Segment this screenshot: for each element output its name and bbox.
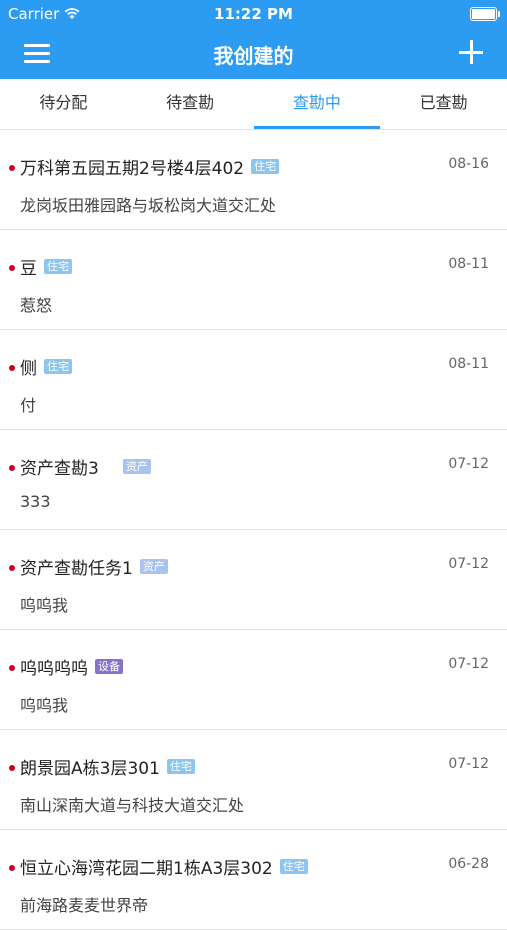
- type-badge: 设备: [95, 659, 123, 674]
- item-title: 恒立心海湾花园二期1栋A3层302: [20, 859, 273, 879]
- unread-dot: [9, 365, 15, 371]
- type-badge: 住宅: [166, 759, 195, 774]
- item-subtitle: 呜呜我: [20, 696, 69, 715]
- item-date: 07-12: [448, 556, 489, 572]
- status-bar: Carrier 11:22 PM: [0, 0, 507, 28]
- item-subtitle: 呜呜我: [20, 596, 69, 615]
- unread-dot: [9, 465, 15, 471]
- tab-pending-assign[interactable]: 待分配: [0, 79, 127, 129]
- item-title: 豆: [20, 259, 37, 279]
- item-date: 08-11: [448, 356, 489, 372]
- unread-dot: [9, 265, 15, 271]
- unread-dot: [9, 765, 15, 771]
- type-badge: 资产: [122, 459, 151, 474]
- item-title-row: 朗景园A栋3层301 住宅: [20, 754, 195, 779]
- item-title: 万科第五园五期2号楼4层402: [20, 159, 245, 179]
- item-date: 06-28: [448, 856, 489, 872]
- list-item[interactable]: 朗景园A栋3层301 住宅 07-12 南山深南大道与科技大道交汇处: [0, 730, 507, 830]
- task-list: 万科第五园五期2号楼4层402 住宅 08-16 龙岗坂田雅园路与坂松岗大道交汇…: [0, 130, 507, 930]
- item-subtitle: 付: [20, 396, 37, 415]
- list-item[interactable]: 呜呜呜呜 设备 07-12 呜呜我: [0, 630, 507, 730]
- type-badge: 住宅: [279, 859, 308, 874]
- item-title: 朗景园A栋3层301: [20, 759, 160, 779]
- item-title-row: 呜呜呜呜 设备: [20, 654, 123, 679]
- page-title: 我创建的: [213, 44, 294, 68]
- list-item[interactable]: 豆 住宅 08-11 惹怒: [0, 230, 507, 330]
- item-title: 资产查勘3: [20, 459, 99, 479]
- unread-dot: [9, 665, 15, 671]
- tab-bar: 待分配 待查勘 查勘中 已查勘: [0, 79, 507, 130]
- top-bar: Carrier 11:22 PM 我创建的: [0, 0, 507, 79]
- item-title: 呜呜呜呜: [20, 659, 88, 679]
- item-date: 08-11: [448, 256, 489, 272]
- type-badge: 住宅: [44, 259, 72, 274]
- battery-icon: [470, 7, 500, 21]
- type-badge: 住宅: [44, 359, 72, 374]
- item-title-row: 资产查勘任务1 资产: [20, 554, 168, 579]
- item-title-row: 豆 住宅: [20, 254, 72, 279]
- item-date: 07-12: [448, 456, 489, 472]
- unread-dot: [9, 865, 15, 871]
- item-title-row: 资产查勘3 资产: [20, 454, 151, 479]
- list-item[interactable]: 资产查勘3 资产 07-12 333: [0, 430, 507, 530]
- list-item[interactable]: 万科第五园五期2号楼4层402 住宅 08-16 龙岗坂田雅园路与坂松岗大道交汇…: [0, 130, 507, 230]
- type-badge: 住宅: [251, 159, 280, 174]
- item-date: 08-16: [448, 156, 489, 172]
- list-item[interactable]: 侧 住宅 08-11 付: [0, 330, 507, 430]
- item-subtitle: 南山深南大道与科技大道交汇处: [20, 796, 245, 815]
- item-title-row: 恒立心海湾花园二期1栋A3层302 住宅: [20, 854, 308, 879]
- item-subtitle: 龙岗坂田雅园路与坂松岗大道交汇处: [20, 196, 277, 215]
- unread-dot: [9, 165, 15, 171]
- item-subtitle: 惹怒: [20, 296, 53, 315]
- item-date: 07-12: [448, 756, 489, 772]
- tab-surveying[interactable]: 查勘中: [253, 79, 381, 129]
- item-subtitle: 前海路麦麦世界帝: [20, 896, 149, 915]
- item-title: 资产查勘任务1: [20, 559, 133, 579]
- add-icon[interactable]: [459, 40, 483, 64]
- tab-surveyed[interactable]: 已查勘: [380, 79, 507, 129]
- item-title-row: 侧 住宅: [20, 354, 72, 379]
- item-title-row: 万科第五园五期2号楼4层402 住宅: [20, 154, 280, 179]
- item-date: 07-12: [448, 656, 489, 672]
- list-item[interactable]: 恒立心海湾花园二期1栋A3层302 住宅 06-28 前海路麦麦世界帝: [0, 830, 507, 930]
- unread-dot: [9, 565, 15, 571]
- list-item[interactable]: 资产查勘任务1 资产 07-12 呜呜我: [0, 530, 507, 630]
- item-title: 侧: [20, 359, 37, 379]
- status-time: 11:22 PM: [214, 5, 293, 23]
- tab-pending-survey[interactable]: 待查勘: [127, 79, 254, 129]
- type-badge: 资产: [139, 559, 168, 574]
- nav-bar: 我创建的: [0, 28, 507, 79]
- item-subtitle: 333: [20, 492, 51, 511]
